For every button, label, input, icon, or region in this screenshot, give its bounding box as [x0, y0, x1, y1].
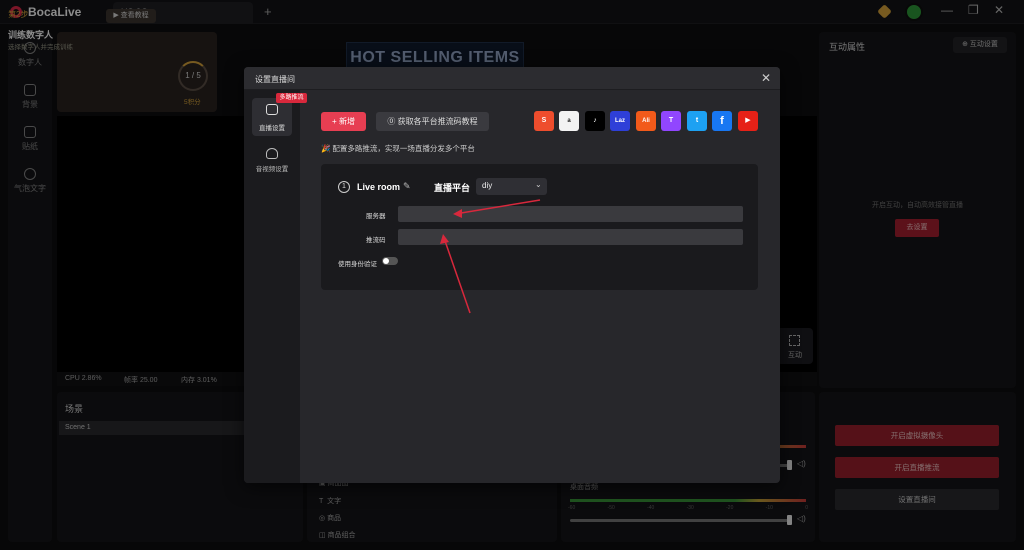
facebook-icon[interactable]: f — [712, 111, 732, 131]
platform-label: 直播平台 — [434, 183, 471, 193]
auth-toggle[interactable] — [382, 257, 398, 265]
edit-icon[interactable]: ✎ — [403, 181, 411, 192]
lazada-icon[interactable]: Laz — [610, 111, 630, 131]
room-number: 1 — [338, 181, 350, 193]
stream-key-tutorial-button[interactable]: ⓪ 获取各平台推流码教程 — [376, 112, 489, 131]
server-input[interactable] — [398, 206, 743, 222]
stream-key-label: 推流码 — [366, 237, 386, 244]
amazon-icon[interactable]: a — [559, 111, 579, 131]
twitch-icon[interactable]: T — [661, 111, 681, 131]
twitter-icon[interactable]: t — [687, 111, 707, 131]
modal-title: 设置直播间 — [255, 75, 295, 84]
multi-stream-hint: 🎉 配置多路推流，实现一场直播分发多个平台 — [321, 144, 475, 153]
av-settings-icon — [266, 148, 278, 159]
chevron-down-icon: ⌄ — [535, 180, 542, 189]
live-settings-icon — [266, 104, 278, 115]
stream-key-input[interactable] — [398, 229, 743, 245]
modal-header — [244, 67, 780, 90]
close-icon[interactable]: ✕ — [761, 71, 771, 85]
shopee-icon[interactable]: S — [534, 111, 554, 131]
multi-stream-badge: 多路推流 — [276, 93, 307, 103]
tiktok-icon[interactable]: ♪ — [585, 111, 605, 131]
room-name: Live room — [357, 182, 401, 192]
aliexpress-icon[interactable]: Ali — [636, 111, 656, 131]
server-label: 服务器 — [366, 213, 386, 220]
youtube-icon[interactable]: ▶ — [738, 111, 758, 131]
add-button[interactable]: + 新增 — [321, 112, 366, 131]
auth-label: 使用身份验证 — [338, 261, 377, 268]
